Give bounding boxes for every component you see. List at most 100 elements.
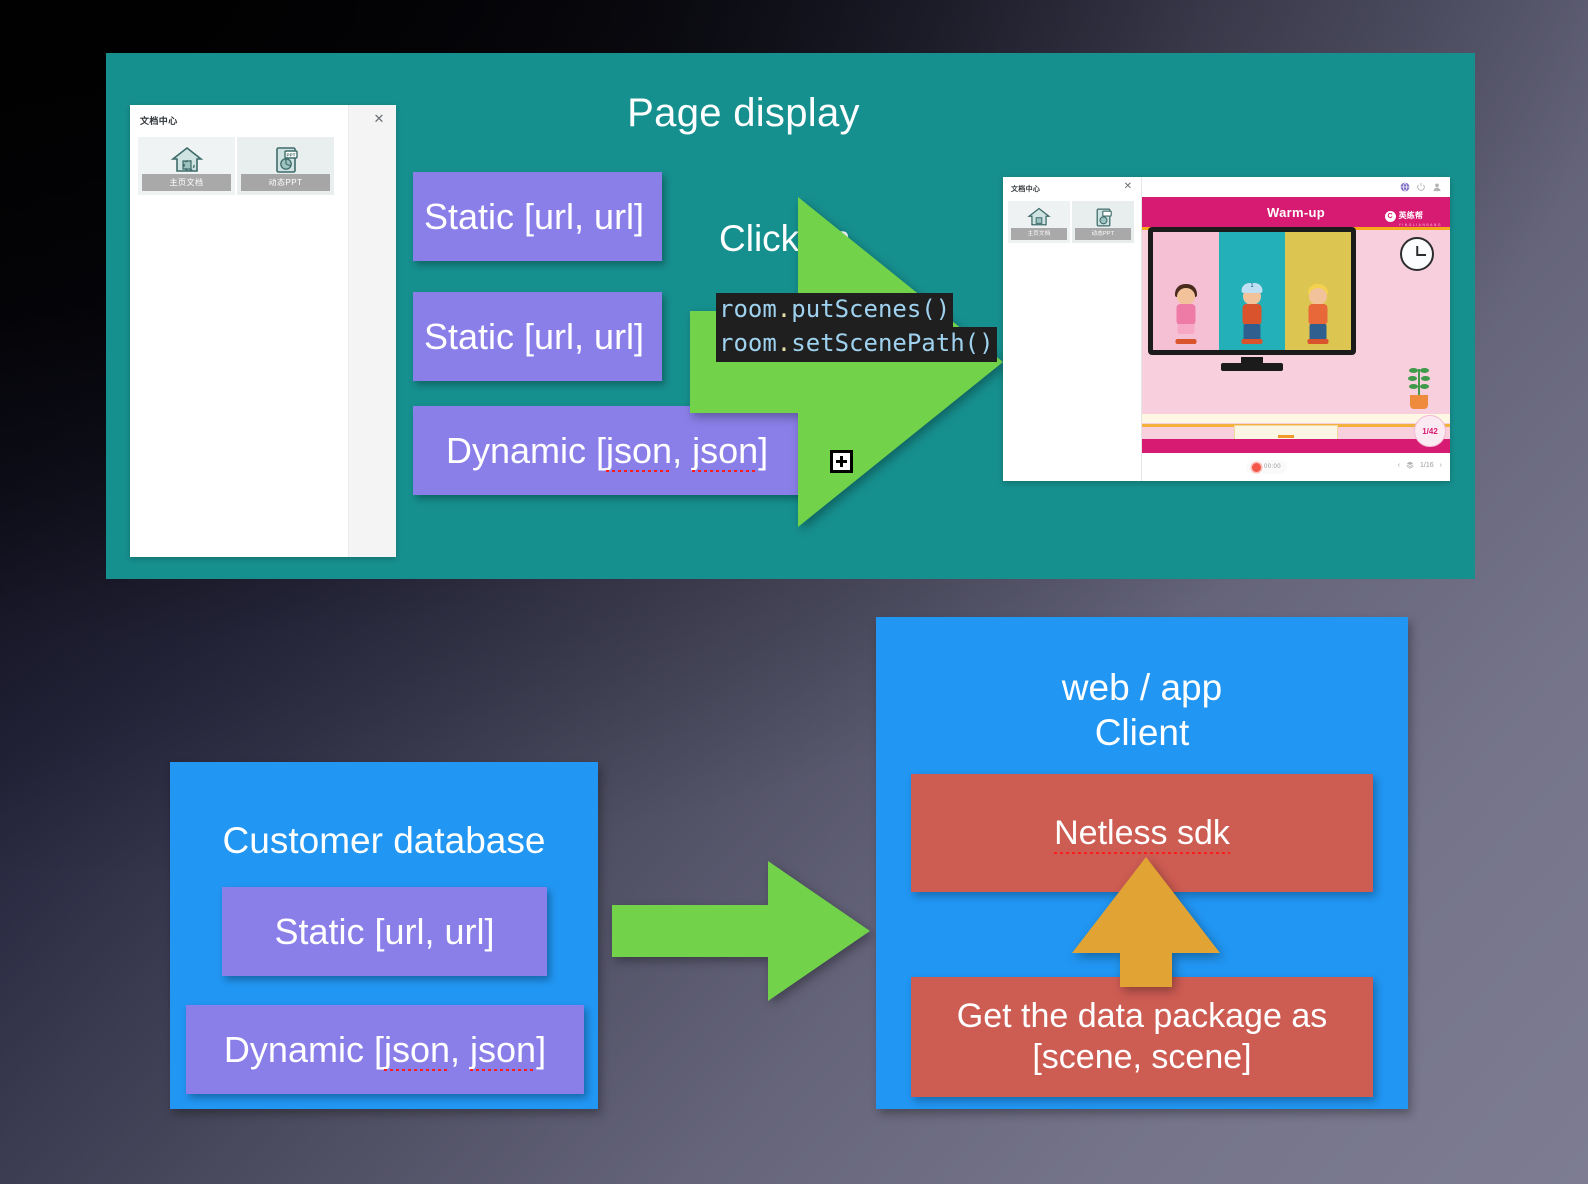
static-urls-callout-1[interactable]: Static [url, url] bbox=[413, 172, 662, 261]
code-dot-2: . bbox=[776, 329, 792, 358]
girl-character bbox=[1172, 278, 1200, 344]
tv-pane-girl bbox=[1153, 232, 1219, 350]
record-icon[interactable] bbox=[1252, 462, 1261, 472]
spellcheck-word-json-1: json bbox=[606, 429, 673, 471]
screenshot-tab-main-document[interactable]: 主页文档 bbox=[1008, 201, 1070, 243]
web-app-client-title-line-2: Client bbox=[1094, 712, 1190, 754]
dynamic-json-label-2: Dynamic [json, json] bbox=[224, 1029, 546, 1071]
customer-database-title: Customer database bbox=[222, 820, 546, 861]
slide-header-title: Warm-up bbox=[1267, 204, 1325, 220]
tv-monitor: 1 bbox=[1148, 227, 1356, 371]
spellcheck-word-json-3: json bbox=[383, 1028, 450, 1070]
tv-pane-boy-cap: 1 bbox=[1219, 232, 1285, 350]
code-line-1: room.putScenes() bbox=[716, 293, 954, 328]
window-side-strip bbox=[348, 105, 396, 557]
code-line-2: room.setScenePath() bbox=[716, 327, 997, 362]
netless-sdk-label: Netless sdk bbox=[1054, 813, 1230, 855]
static-urls-callout-3[interactable]: Static [url, url] bbox=[222, 887, 547, 976]
dynamic-prefix: Dynamic [ bbox=[446, 429, 607, 471]
customer-database-box: Customer database Static [url, url] Dyna… bbox=[170, 762, 598, 1109]
svg-text:PPT: PPT bbox=[286, 153, 295, 158]
tv-screen: 1 bbox=[1153, 232, 1351, 350]
get-data-line-2: [scene, scene] bbox=[1032, 1038, 1252, 1076]
slide-page-badge: 1/42 bbox=[1414, 415, 1446, 447]
tab-dynamic-ppt-label: 动态PPT bbox=[241, 174, 330, 191]
screenshot-tab-dynamic-ppt[interactable]: 动态PPT bbox=[1072, 201, 1134, 243]
person-icon[interactable] bbox=[1432, 182, 1442, 192]
logo-word: 英练帮 bbox=[1398, 211, 1424, 220]
dynamic-suffix-2: ] bbox=[536, 1028, 547, 1070]
spellcheck-word-json-4: json bbox=[470, 1028, 537, 1070]
drawer-handle bbox=[1278, 435, 1294, 438]
whiteboard-screenshot: 文档中心 ✕ 主页文档 动态PPT Warm-up C 英练帮 YINGLIAN… bbox=[1003, 177, 1450, 481]
code-snippet: room.putScenes() room.setScenePath() bbox=[716, 293, 997, 362]
page-display-panel: Page display 文档中心 ✕ 主页文档 PPT 动态PPT Stati… bbox=[106, 53, 1475, 579]
screenshot-status-bar: 00:00 ‹ 1/16 › bbox=[1142, 453, 1450, 481]
window-titlebar: 文档中心 bbox=[130, 105, 348, 135]
logo-subtitle: YINGLIANBANG bbox=[1398, 223, 1442, 227]
warmup-slide: Warm-up C 英练帮 YINGLIANBANG 1 1/42 bbox=[1142, 197, 1450, 453]
web-app-client-box: web / app Client Netless sdk Get the dat… bbox=[876, 617, 1408, 1109]
static-urls-label-3: Static [url, url] bbox=[274, 910, 495, 952]
power-icon[interactable] bbox=[1416, 182, 1426, 192]
tab-main-document-label: 主页文档 bbox=[142, 174, 231, 191]
logo-mark-icon: C bbox=[1384, 210, 1396, 222]
window-body: 主页文档 PPT 动态PPT bbox=[130, 135, 348, 557]
screenshot-tab-main-document-label: 主页文档 bbox=[1011, 228, 1067, 240]
layers-icon[interactable] bbox=[1406, 461, 1414, 469]
static-urls-label-1: Static [url, url] bbox=[424, 195, 645, 237]
screenshot-tab-dynamic-ppt-label: 动态PPT bbox=[1075, 228, 1131, 240]
pager-next-button[interactable]: › bbox=[1440, 462, 1442, 469]
upload-document-icon bbox=[1008, 204, 1070, 230]
document-center-window: 文档中心 ✕ 主页文档 PPT 动态PPT bbox=[130, 105, 396, 557]
screenshot-window-title: 文档中心 bbox=[1011, 186, 1041, 193]
record-pill[interactable]: 00:00 bbox=[1246, 460, 1288, 474]
close-icon[interactable]: ✕ bbox=[1124, 181, 1132, 192]
slide-canvas: Page display 文档中心 ✕ 主页文档 PPT 动态PPT Stati… bbox=[0, 0, 1588, 1184]
web-app-client-title-line-1: web / app bbox=[1061, 667, 1223, 708]
boy-blond-character bbox=[1304, 278, 1332, 344]
ppt-document-icon bbox=[1072, 204, 1134, 230]
code-call-2: setScenePath() bbox=[791, 329, 994, 358]
get-data-line-1: Get the data package as bbox=[956, 997, 1328, 1036]
slide-page-badge-label: 1/42 bbox=[1422, 426, 1438, 436]
static-urls-callout-2[interactable]: Static [url, url] bbox=[413, 292, 662, 381]
pager-value: 1/16 bbox=[1420, 461, 1434, 469]
code-object-1: room bbox=[719, 295, 777, 323]
data-to-sdk-arrow-icon bbox=[1072, 857, 1220, 987]
potted-plant-icon bbox=[1406, 367, 1432, 409]
screenshot-document-tabs: 主页文档 动态PPT bbox=[1008, 201, 1134, 243]
pager-prev-button[interactable]: ‹ bbox=[1398, 462, 1400, 469]
close-icon[interactable]: ✕ bbox=[372, 112, 386, 126]
dynamic-json-callout-2[interactable]: Dynamic [json, json] bbox=[186, 1005, 584, 1094]
screenshot-toolbar bbox=[1142, 177, 1450, 197]
code-dot-1: . bbox=[776, 295, 792, 323]
document-type-tabs: 主页文档 PPT 动态PPT bbox=[130, 135, 348, 195]
screenshot-slide-area: Warm-up C 英练帮 YINGLIANBANG 1 1/42 00:00 … bbox=[1142, 177, 1450, 481]
get-data-package-box[interactable]: Get the data package as [scene, scene] bbox=[911, 977, 1373, 1097]
code-object-2: room bbox=[719, 329, 777, 358]
boy-cap-character: 1 bbox=[1238, 278, 1266, 344]
globe-icon[interactable] bbox=[1400, 182, 1410, 192]
slide-pager: ‹ 1/16 › bbox=[1398, 461, 1442, 469]
cap-number: 1 bbox=[1250, 283, 1254, 289]
tab-dynamic-ppt[interactable]: PPT 动态PPT bbox=[237, 137, 334, 195]
dynamic-separator-2: , bbox=[450, 1028, 471, 1070]
web-app-client-title: web / app Client bbox=[876, 665, 1408, 755]
flow-arrow-right-icon bbox=[690, 197, 1003, 527]
code-call-1: putScenes() bbox=[791, 295, 951, 323]
slide-footer bbox=[1142, 439, 1450, 453]
shelf bbox=[1142, 414, 1450, 423]
tab-main-document[interactable]: 主页文档 bbox=[138, 137, 235, 195]
static-urls-label-2: Static [url, url] bbox=[424, 315, 645, 357]
db-to-client-arrow-icon bbox=[612, 861, 870, 1001]
tv-stand bbox=[1221, 363, 1283, 371]
wall-clock-icon bbox=[1400, 237, 1434, 271]
record-time: 00:00 bbox=[1264, 464, 1282, 470]
tv-pane-boy-blond bbox=[1285, 232, 1351, 350]
window-title: 文档中心 bbox=[140, 115, 178, 126]
slide-brand-logo: C 英练帮 YINGLIANBANG bbox=[1384, 205, 1442, 227]
ppt-document-icon: PPT bbox=[237, 143, 334, 177]
upload-document-icon bbox=[138, 143, 235, 177]
plus-handle-icon[interactable] bbox=[830, 450, 853, 473]
